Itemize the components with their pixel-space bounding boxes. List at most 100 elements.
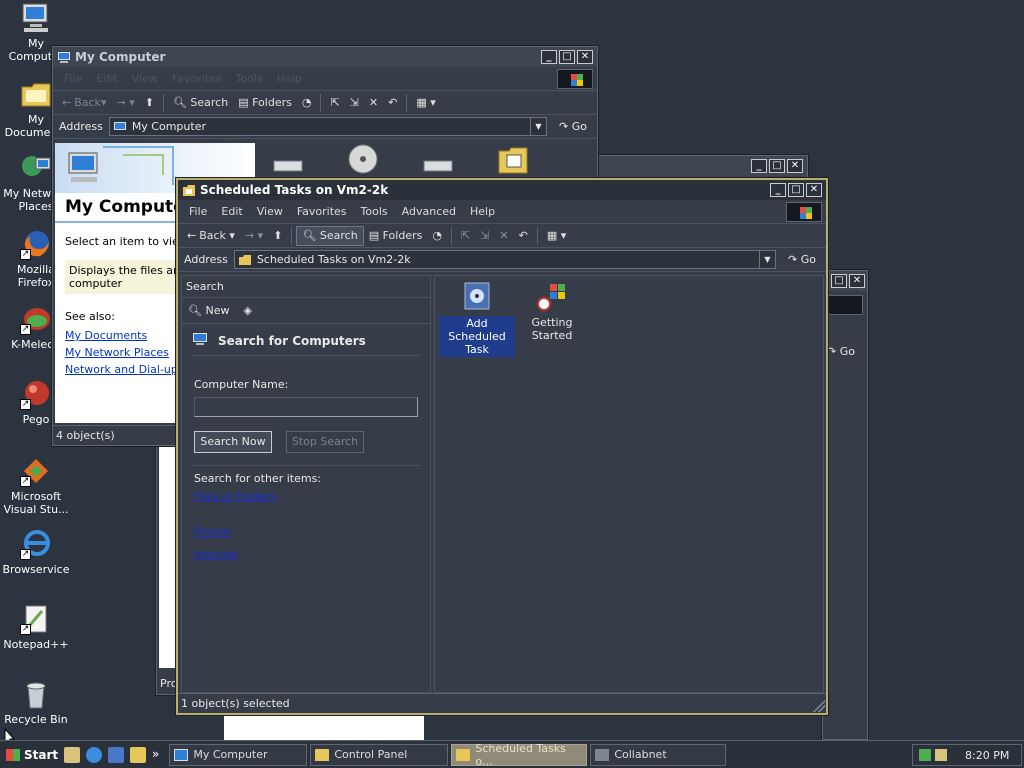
views-icon: ▦ ▾ <box>546 229 567 242</box>
menu-tools[interactable]: Tools <box>354 205 395 218</box>
undo-button[interactable]: ↶ <box>383 93 402 113</box>
forward-button[interactable]: → ▾ <box>111 93 139 113</box>
maximize-button[interactable]: □ <box>788 183 804 197</box>
task-scheduled-tasks[interactable]: Scheduled Tasks o... <box>451 742 588 768</box>
up-folder-icon[interactable]: ⬆ <box>140 93 159 113</box>
search-options-icon[interactable]: ◈ <box>243 304 251 317</box>
outlook-express-icon[interactable] <box>108 746 124 763</box>
menu-edit[interactable]: Edit <box>89 72 124 85</box>
maximize-button[interactable]: □ <box>559 50 575 64</box>
up-folder-icon[interactable]: ⬆ <box>268 226 287 246</box>
explorer-icon[interactable] <box>130 746 146 763</box>
maximize-button[interactable]: □ <box>769 159 785 173</box>
control-panel-folder-icon[interactable] <box>497 145 529 178</box>
move-to-button[interactable]: ⇱ <box>325 93 344 113</box>
minimize-button[interactable]: _ <box>541 50 557 64</box>
history-button[interactable]: ◔ <box>297 93 317 113</box>
resize-grip-icon[interactable] <box>813 700 825 712</box>
windows-logo-icon <box>6 748 20 761</box>
computer-name-input[interactable] <box>194 397 418 417</box>
scheduled-tasks-window[interactable]: Scheduled Tasks on Vm2-2k _ □ ✕ File Edi… <box>176 178 828 715</box>
history-icon: ◔ <box>432 229 442 242</box>
history-button[interactable]: ◔ <box>427 226 447 246</box>
minimize-button[interactable]: _ <box>751 159 767 173</box>
menu-file[interactable]: File <box>182 205 214 218</box>
views-button[interactable]: ▦ ▾ <box>411 93 440 113</box>
start-button[interactable]: Start <box>2 744 60 766</box>
drive-icon-harddisk[interactable] <box>423 155 453 178</box>
show-desktop-icon[interactable] <box>64 746 80 763</box>
go-button[interactable]: ↷ Go <box>551 120 597 133</box>
undo-button[interactable]: ↶ <box>514 226 533 246</box>
desktop-icon-recycle-bin[interactable]: Recycle Bin <box>0 678 72 726</box>
item-add-scheduled-task[interactable]: Add Scheduled Task <box>439 282 515 357</box>
back-button[interactable]: ← Back ▾ <box>57 93 111 113</box>
copy-to-button[interactable]: ⇲ <box>475 226 494 246</box>
menu-edit[interactable]: Edit <box>214 205 249 218</box>
task-collabnet[interactable]: Collabnet <box>590 743 727 766</box>
menu-advanced[interactable]: Advanced <box>395 205 463 218</box>
new-search-button[interactable]: 🔍︎ New <box>188 304 229 317</box>
collabnet-titlebar[interactable]: □ ✕ <box>823 271 867 291</box>
folders-button[interactable]: ▤ Folders <box>364 226 428 246</box>
move-to-button[interactable]: ⇱ <box>456 226 475 246</box>
desktop-icon-visual-studio[interactable]: ↗ Microsoft Visual Stu... <box>0 455 72 516</box>
folders-button[interactable]: ▤ Folders <box>233 93 297 113</box>
go-button[interactable]: ↷ Go <box>780 253 826 266</box>
new-label: New <box>205 304 230 317</box>
forward-button[interactable]: → ▾ <box>240 226 268 246</box>
my-computer-titlebar[interactable]: My Computer _ □ ✕ <box>53 47 597 67</box>
clock[interactable]: 8:20 PM <box>965 749 1009 762</box>
search-button[interactable]: 🔍︎ Search <box>168 93 233 113</box>
minimize-button[interactable]: _ <box>770 183 786 197</box>
menu-tools[interactable]: Tools <box>229 72 270 85</box>
link-internet[interactable]: Internet <box>194 548 430 561</box>
link-files-or-folders[interactable]: Files or Folders <box>194 490 430 503</box>
back-button[interactable]: ← Back ▾ <box>182 226 240 246</box>
task-control-panel[interactable]: Control Panel <box>310 743 449 766</box>
internet-explorer-icon[interactable] <box>86 746 102 763</box>
quick-launch-more-button[interactable]: » <box>152 747 159 763</box>
volume-tray-icon[interactable] <box>935 749 947 761</box>
network-tray-icon[interactable] <box>919 749 931 761</box>
link-people[interactable]: People <box>194 525 430 538</box>
drive-icon-floppy[interactable] <box>273 155 303 178</box>
delete-button[interactable]: ✕ <box>494 226 513 246</box>
views-button[interactable]: ▦ ▾ <box>542 226 571 246</box>
search-now-button[interactable]: Search Now <box>194 431 272 453</box>
close-button[interactable]: ✕ <box>577 50 593 64</box>
search-pane-header: Search <box>182 276 430 298</box>
task-my-computer[interactable]: My Computer <box>169 743 308 766</box>
item-getting-started[interactable]: Getting Started <box>517 282 587 342</box>
desktop-icon-browservice[interactable]: ↗ Browservice <box>0 528 72 576</box>
menu-view[interactable]: View <box>250 205 290 218</box>
menu-favorites[interactable]: Favorites <box>290 205 354 218</box>
maximize-button[interactable]: □ <box>831 274 847 288</box>
search-button[interactable]: 🔍︎ Search <box>296 225 364 246</box>
close-button[interactable]: ✕ <box>806 183 822 197</box>
menu-help[interactable]: Help <box>463 205 502 218</box>
address-field[interactable]: My Computer ▼ <box>108 117 547 136</box>
computer-icon <box>57 51 71 64</box>
collabnet-window[interactable]: □ ✕ ↷ Go <box>822 270 868 740</box>
desktop-icon-notepadpp[interactable]: ↗ Notepad++ <box>0 603 72 651</box>
close-button[interactable]: ✕ <box>787 159 803 173</box>
stop-search-button[interactable]: Stop Search <box>286 431 364 453</box>
computer-icon <box>174 748 189 761</box>
menu-favorites[interactable]: Favorites <box>165 72 229 85</box>
menu-bar: File Edit View Favorites Tools Advanced … <box>178 200 826 224</box>
menu-view[interactable]: View <box>125 72 165 85</box>
history-icon: ◔ <box>301 96 312 109</box>
menu-help[interactable]: Help <box>270 72 309 85</box>
address-dropdown-button[interactable]: ▼ <box>759 251 775 268</box>
delete-button[interactable]: ✕ <box>364 93 383 113</box>
toolbar-separator <box>406 93 408 112</box>
copy-to-button[interactable]: ⇲ <box>345 93 364 113</box>
address-field[interactable]: Scheduled Tasks on Vm2-2k ▼ <box>233 250 776 269</box>
scheduled-tasks-titlebar[interactable]: Scheduled Tasks on Vm2-2k _ □ ✕ <box>178 180 826 200</box>
menu-file[interactable]: File <box>57 72 89 85</box>
drive-icon-cd[interactable] <box>347 143 379 178</box>
address-dropdown-button[interactable]: ▼ <box>530 118 546 135</box>
collabnet-go-button[interactable]: ↷ Go <box>827 345 855 358</box>
close-button[interactable]: ✕ <box>849 274 865 288</box>
